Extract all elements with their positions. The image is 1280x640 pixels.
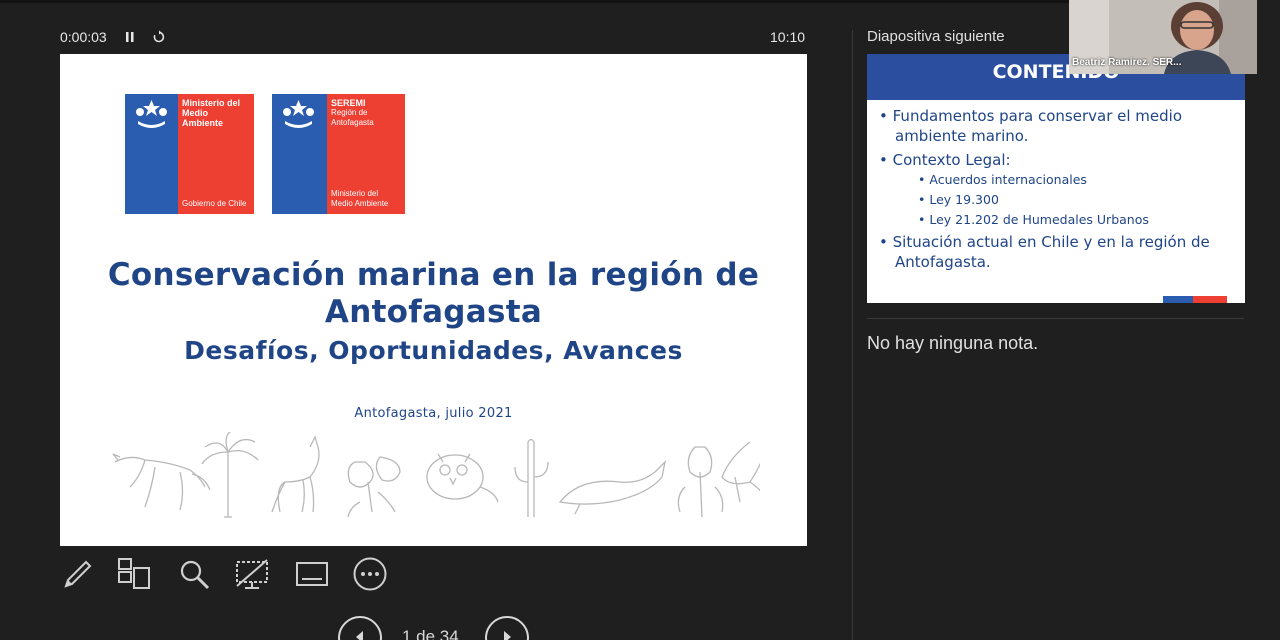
notes-divider: [867, 318, 1244, 319]
next-slide-list: • Fundamentos para conservar el medio am…: [879, 106, 1239, 276]
list-item: • Contexto Legal:: [879, 151, 1011, 169]
logo1-line3: Ambiente: [182, 118, 224, 128]
previous-arrow-icon: [356, 631, 363, 640]
ministerio-logo: Ministerio del Medio Ambiente Gobierno d…: [125, 94, 254, 214]
zoom-icon: [180, 560, 210, 590]
participant-name: Beatriz Ramirez. SER...: [1072, 57, 1182, 68]
pen-icon: [64, 560, 92, 588]
slide-place-date: Antofagasta, julio 2021: [354, 406, 513, 421]
list-item: • Ley 19.300: [918, 192, 999, 207]
more-options-button[interactable]: [352, 556, 388, 592]
chile-crest-icon: [283, 100, 314, 128]
slide-subtitle: Desafíos, Oportunidades, Avances: [184, 336, 683, 365]
current-slide[interactable]: Ministerio del Medio Ambiente Gobierno d…: [60, 54, 807, 546]
next-slide-button[interactable]: [485, 616, 529, 640]
flag-stripe: [1163, 296, 1227, 303]
slide-title: Conservación marina en la región de Anto…: [60, 257, 807, 331]
subtitles-button[interactable]: [294, 556, 330, 592]
pane-divider: [852, 30, 853, 640]
logo1-footer: Gobierno de Chile: [182, 199, 247, 208]
fauna-illustration: [112, 432, 760, 518]
all-slides-button[interactable]: [116, 556, 152, 592]
logo2-line2: Región de: [331, 108, 368, 117]
speaker-notes: No hay ninguna nota.: [867, 333, 1039, 353]
subtitles-icon: [296, 562, 328, 586]
logo2-footer2: Medio Ambiente: [331, 199, 389, 208]
previous-slide-button[interactable]: [338, 616, 382, 640]
next-slide-label: Diapositiva siguiente: [867, 28, 1005, 45]
next-arrow-icon: [504, 631, 511, 640]
logo2-line3: Antofagasta: [331, 118, 374, 127]
list-item: • Fundamentos para conservar el medio am…: [879, 107, 1183, 145]
logo2-footer1: Ministerio del: [331, 189, 379, 198]
chile-crest-icon: [136, 100, 167, 128]
slide-title-line2: Antofagasta: [324, 294, 543, 330]
logo1-line1: Ministerio del: [182, 98, 241, 108]
logo1-line2: Medio: [182, 108, 208, 118]
restart-button[interactable]: [150, 27, 168, 47]
black-screen-icon: [236, 559, 268, 589]
list-item: • Acuerdos internacionales: [918, 172, 1087, 187]
pause-icon: [126, 32, 134, 42]
next-slide-preview[interactable]: CONTENIDO • Fundamentos para conservar e…: [867, 54, 1245, 303]
clock: 10:10: [770, 29, 806, 45]
seremi-logo: SEREMI Región de Antofagasta Ministerio …: [272, 94, 405, 214]
all-slides-icon: [118, 558, 150, 589]
webcam-video: Beatriz Ramirez. SER...: [1069, 0, 1257, 74]
logo2-line1: SEREMI: [331, 98, 366, 108]
more-options-icon: [353, 557, 387, 591]
page-counter: 1 de 34: [402, 627, 459, 640]
pen-tool-button[interactable]: [60, 556, 96, 592]
black-screen-button[interactable]: [234, 556, 270, 592]
list-item: • Ley 21.202 de Humedales Urbanos: [918, 212, 1149, 227]
pause-button[interactable]: [121, 27, 139, 47]
slide-title-line1: Conservación marina en la región de: [107, 257, 760, 293]
restart-icon: [153, 30, 165, 43]
webcam-gap: [1257, 0, 1280, 74]
zoom-button[interactable]: [176, 556, 212, 592]
list-item: • Situación actual en Chile y en la regi…: [879, 233, 1210, 271]
elapsed-timer: 0:00:03: [60, 29, 107, 45]
